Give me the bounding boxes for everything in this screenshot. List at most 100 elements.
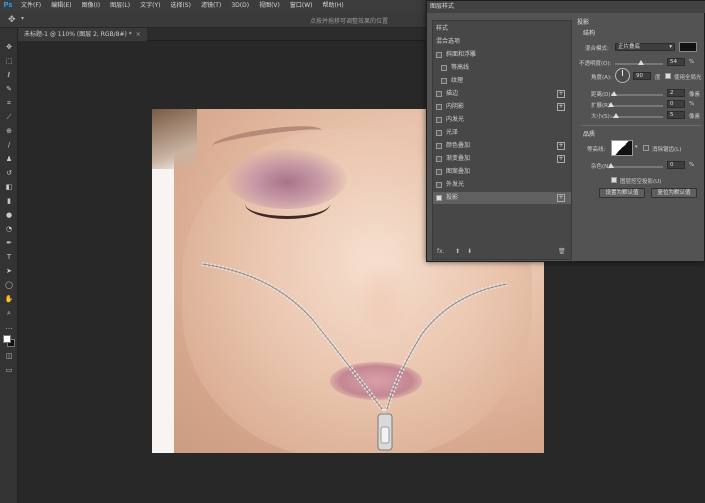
- effect-item[interactable]: 等高线: [433, 62, 571, 74]
- effect-checkbox[interactable]: [436, 182, 442, 188]
- add-effect-icon[interactable]: +: [557, 194, 565, 202]
- contour-preview[interactable]: [611, 140, 633, 156]
- type-icon[interactable]: T: [3, 252, 15, 262]
- pen-icon[interactable]: ✒: [3, 238, 15, 248]
- menu-window[interactable]: 窗口(W): [285, 0, 318, 12]
- tool-preset-dropdown[interactable]: ▾: [21, 15, 24, 22]
- size-slider[interactable]: [611, 113, 663, 118]
- healing-icon[interactable]: ⊕: [3, 126, 15, 136]
- distance-slider-knob[interactable]: [610, 91, 617, 96]
- effect-checkbox[interactable]: [441, 78, 447, 84]
- path-select-icon[interactable]: ➤: [3, 266, 15, 276]
- spread-slider-knob[interactable]: [608, 102, 614, 107]
- contour-chevron-icon[interactable]: ▾: [635, 144, 638, 150]
- angle-dial[interactable]: [615, 68, 630, 83]
- noise-slider-knob[interactable]: [608, 163, 614, 168]
- effect-checkbox[interactable]: [436, 130, 442, 136]
- noise-slider[interactable]: [608, 163, 663, 168]
- effect-checkbox[interactable]: [436, 117, 442, 123]
- more-icon[interactable]: …: [3, 322, 15, 332]
- effect-checkbox[interactable]: [436, 169, 442, 175]
- shape-icon[interactable]: ◯: [3, 280, 15, 290]
- effect-checkbox[interactable]: [441, 65, 447, 71]
- shadow-color-swatch[interactable]: [679, 42, 697, 52]
- fx-icon[interactable]: fx.: [437, 248, 445, 255]
- effect-checkbox[interactable]: [436, 91, 442, 97]
- angle-field[interactable]: 90: [633, 72, 651, 80]
- effect-item[interactable]: 内发光: [433, 114, 571, 126]
- noise-field[interactable]: 0: [667, 161, 685, 169]
- effect-item[interactable]: 描边 +: [433, 88, 571, 100]
- effect-item[interactable]: 斜面和浮雕: [433, 49, 571, 61]
- blur-icon[interactable]: ●: [3, 210, 15, 220]
- menu-layer[interactable]: 图层(L): [105, 0, 135, 12]
- trash-icon[interactable]: 🗑: [558, 248, 566, 255]
- effect-item[interactable]: 外发光: [433, 179, 571, 191]
- effect-checkbox[interactable]: [436, 104, 442, 110]
- add-effect-icon[interactable]: +: [557, 155, 565, 163]
- close-tab-icon[interactable]: ×: [136, 31, 141, 38]
- menu-filter[interactable]: 滤镜(T): [196, 0, 226, 12]
- blending-options-item[interactable]: 混合选项: [433, 36, 571, 48]
- menu-3d[interactable]: 3D(D): [226, 0, 254, 12]
- opacity-slider[interactable]: [615, 60, 663, 65]
- menu-select[interactable]: 选择(S): [165, 0, 196, 12]
- effect-checkbox[interactable]: [436, 156, 442, 162]
- reset-default-button[interactable]: 复位为默认值: [651, 188, 697, 198]
- add-effect-icon[interactable]: +: [557, 142, 565, 150]
- brush-icon[interactable]: ∕: [3, 140, 15, 150]
- foreground-color-swatch[interactable]: [3, 335, 11, 343]
- menu-help[interactable]: 帮助(H): [318, 0, 349, 12]
- lasso-icon[interactable]: ℓ: [3, 70, 15, 80]
- stamp-icon[interactable]: ♟: [3, 154, 15, 164]
- spread-slider[interactable]: [608, 102, 663, 107]
- size-slider-knob[interactable]: [613, 113, 620, 118]
- styles-header[interactable]: 样式: [433, 23, 571, 35]
- effect-checkbox[interactable]: [436, 52, 442, 58]
- screen-mode-icon[interactable]: ▭: [3, 365, 15, 375]
- menu-type[interactable]: 文字(Y): [135, 0, 165, 12]
- distance-field[interactable]: 2: [667, 89, 685, 97]
- knockout-checkbox[interactable]: [611, 177, 617, 183]
- effect-item[interactable]: 光泽: [433, 127, 571, 139]
- effect-item[interactable]: 纹理: [433, 75, 571, 87]
- add-effect-icon[interactable]: +: [557, 103, 565, 111]
- gradient-icon[interactable]: ▮: [3, 196, 15, 206]
- hand-icon[interactable]: ✋: [3, 294, 15, 304]
- blend-mode-select[interactable]: 正片叠底 ▾: [615, 43, 675, 51]
- menu-view[interactable]: 视图(V): [254, 0, 285, 12]
- opacity-field[interactable]: 54: [667, 58, 685, 66]
- marquee-icon[interactable]: ⬚: [3, 56, 15, 66]
- make-default-button[interactable]: 设置为默认值: [599, 188, 645, 198]
- spread-field[interactable]: 0: [667, 100, 685, 108]
- move-tool-icon[interactable]: ✥: [8, 15, 18, 25]
- size-field[interactable]: 5: [667, 111, 685, 119]
- quick-select-icon[interactable]: ✎: [3, 84, 15, 94]
- effect-item[interactable]: 颜色叠加 +: [433, 140, 571, 152]
- history-brush-icon[interactable]: ↺: [3, 168, 15, 178]
- effect-checkbox[interactable]: [436, 195, 442, 201]
- effect-item[interactable]: 渐变叠加 +: [433, 153, 571, 165]
- move-icon[interactable]: ✥: [3, 42, 15, 52]
- add-effect-icon[interactable]: +: [557, 90, 565, 98]
- eraser-icon[interactable]: ◧: [3, 182, 15, 192]
- move-up-icon[interactable]: ⬆: [455, 248, 460, 255]
- effect-checkbox[interactable]: [436, 143, 442, 149]
- eyedropper-icon[interactable]: ⟋: [3, 112, 15, 122]
- effect-item[interactable]: 内阴影 +: [433, 101, 571, 113]
- quick-mask-icon[interactable]: ◫: [3, 351, 15, 361]
- zoom-icon[interactable]: ⌕: [3, 308, 15, 318]
- anti-alias-checkbox[interactable]: [643, 145, 649, 151]
- move-down-icon[interactable]: ⬇: [467, 248, 472, 255]
- menu-image[interactable]: 图像(I): [77, 0, 105, 12]
- menu-file[interactable]: 文件(F): [16, 0, 46, 12]
- opacity-slider-knob[interactable]: [637, 60, 644, 65]
- dodge-icon[interactable]: ◔: [3, 224, 15, 234]
- document-tab[interactable]: 未标题-1 @ 110% (图层 2, RGB/8#) * ×: [18, 28, 147, 41]
- menu-edit[interactable]: 编辑(E): [46, 0, 76, 12]
- global-light-checkbox[interactable]: [665, 73, 671, 79]
- crop-icon[interactable]: ⌗: [3, 98, 15, 108]
- distance-slider[interactable]: [610, 91, 663, 96]
- effect-item[interactable]: 投影 +: [433, 192, 571, 204]
- effect-item[interactable]: 图案叠加: [433, 166, 571, 178]
